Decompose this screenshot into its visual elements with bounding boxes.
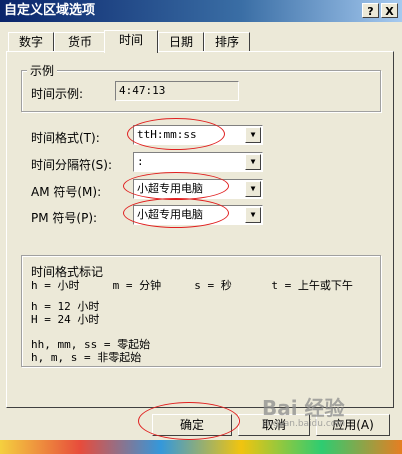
time-format-label: 时间格式(T):	[31, 131, 100, 145]
sample-group-label: 示例	[27, 62, 58, 79]
chevron-down-icon[interactable]: ▼	[245, 154, 261, 170]
time-separator-value: :	[137, 155, 144, 168]
time-panel: 示例 时间示例: 4:47:13 时间格式(T): ttH:mm:ss ▼ 时间…	[6, 51, 394, 408]
watermark-url: jingyan.baidu.com	[262, 419, 346, 429]
am-symbol-value: 小超专用电脑	[137, 182, 203, 195]
chevron-down-icon[interactable]: ▼	[245, 207, 261, 223]
am-symbol-combo[interactable]: 小超专用电脑 ▼	[133, 179, 263, 199]
chevron-down-icon[interactable]: ▼	[245, 127, 261, 143]
time-format-value: ttH:mm:ss	[137, 128, 197, 141]
am-symbol-label: AM 符号(M):	[31, 185, 102, 199]
time-sample-field: 4:47:13	[115, 81, 239, 101]
baidu-watermark: Bai 经验 jingyan.baidu.com	[262, 392, 345, 429]
pm-symbol-value: 小超专用电脑	[137, 208, 203, 221]
format-legend-line: H = 24 小时	[31, 313, 100, 326]
watermark-brand: Bai 经验	[262, 396, 345, 420]
format-legend-line: h, m, s = 非零起始	[31, 351, 142, 364]
time-sample-label: 时间示例:	[31, 87, 84, 101]
close-button[interactable]: X	[381, 3, 398, 18]
background-strip	[0, 440, 402, 454]
title-bar: 自定义区域选项 ? X	[0, 0, 402, 22]
tab-date[interactable]: 日期	[158, 32, 204, 52]
tab-number[interactable]: 数字	[8, 32, 54, 52]
time-format-combo[interactable]: ttH:mm:ss ▼	[133, 125, 263, 145]
pm-symbol-label: PM 符号(P):	[31, 211, 98, 225]
ok-button[interactable]: 确定	[152, 414, 232, 436]
window-title: 自定义区域选项	[4, 3, 96, 18]
help-button[interactable]: ?	[362, 3, 379, 18]
tab-sort[interactable]: 排序	[204, 32, 250, 52]
pm-symbol-combo[interactable]: 小超专用电脑 ▼	[133, 205, 263, 225]
tab-currency[interactable]: 货币	[54, 32, 106, 52]
time-separator-combo[interactable]: : ▼	[133, 152, 263, 172]
format-legend-line: h = 小时 m = 分钟 s = 秒 t = 上午或下午	[31, 279, 353, 292]
chevron-down-icon[interactable]: ▼	[245, 181, 261, 197]
time-separator-label: 时间分隔符(S):	[31, 158, 113, 172]
tab-strip: 数字 货币 时间 日期 排序	[6, 30, 396, 53]
tab-time[interactable]: 时间	[104, 30, 158, 53]
